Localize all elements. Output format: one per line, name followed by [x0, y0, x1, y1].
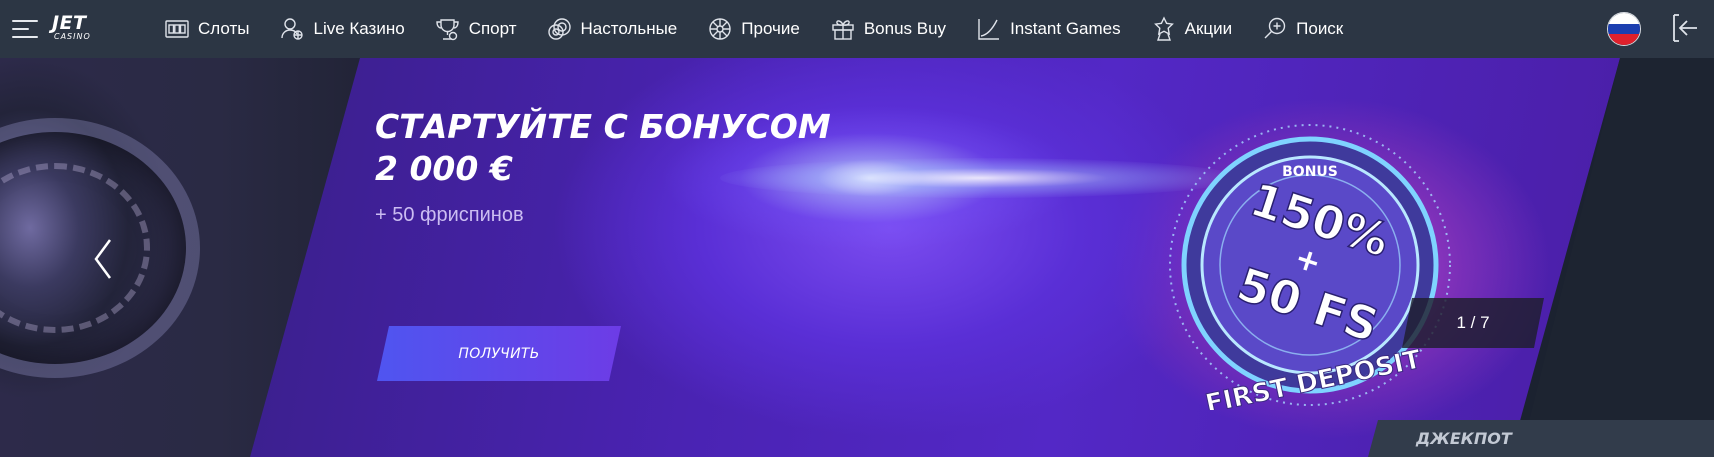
get-bonus-button-label: ПОЛУЧИТЬ: [458, 345, 540, 362]
get-bonus-button[interactable]: ПОЛУЧИТЬ: [377, 326, 621, 381]
jackpot-label: ДЖЕКПОТ: [1416, 429, 1512, 448]
banner-subline: + 50 фриспинов: [375, 204, 524, 226]
main-nav: Слоты Live Казино Спорт Настольные Прочи…: [164, 0, 1373, 58]
nav-label: Поиск: [1296, 19, 1344, 38]
nav-label: Слоты: [198, 19, 250, 38]
nav-item-table-games[interactable]: Настольные: [547, 0, 678, 58]
nav-label: Настольные: [580, 19, 678, 38]
menu-burger-icon[interactable]: [12, 18, 38, 40]
nav-label: Instant Games: [1010, 19, 1121, 38]
nav-item-instant-games[interactable]: Instant Games: [976, 0, 1121, 58]
chart-line-icon: [978, 19, 1000, 40]
nav-item-promotions[interactable]: Акции: [1151, 0, 1233, 58]
flag-stripe-blue: [1608, 23, 1640, 35]
sport-trophy-icon: [436, 19, 459, 41]
nav-label: Live Казино: [313, 19, 405, 38]
logo-sub-text: CASINO: [54, 32, 91, 41]
live-dealer-icon: [281, 18, 304, 40]
banner-headline: СТАРТУЙТЕ С БОНУСОМ 2 000 €: [375, 107, 831, 188]
promo-banner-carousel: BONUS 150% + 50 FS FIRST DEPOSIT СТАРТУЙ…: [0, 58, 1714, 457]
slide-counter: 1 / 7: [1402, 298, 1544, 348]
login-icon[interactable]: [1668, 12, 1700, 44]
nav-item-bonus-buy[interactable]: Bonus Buy: [830, 0, 946, 58]
jackpot-tab[interactable]: ДЖЕКПОТ: [1368, 420, 1714, 457]
nav-item-slots[interactable]: Слоты: [164, 0, 249, 58]
nav-item-live-casino[interactable]: Live Казино: [279, 0, 405, 58]
chips-icon: [547, 18, 571, 40]
coin-top-text: BONUS: [1282, 164, 1338, 180]
jet-casino-logo[interactable]: JET CASINO: [52, 14, 108, 44]
flag-stripe-red: [1608, 34, 1640, 45]
wheel-icon: [709, 18, 731, 40]
top-navigation-bar: JET CASINO Слоты Live Казино Спорт Насто…: [0, 0, 1714, 58]
nav-item-sport[interactable]: Спорт: [435, 0, 517, 58]
nav-label: Акции: [1184, 19, 1233, 38]
logo-main-text: JET: [52, 12, 87, 34]
nav-label: Спорт: [468, 19, 517, 38]
flag-stripe-white: [1608, 13, 1640, 24]
promo-star-icon: [1153, 16, 1174, 41]
slide-counter-text: 1 / 7: [1456, 313, 1490, 332]
search-icon: [1264, 17, 1286, 39]
nav-item-other[interactable]: Прочие: [707, 0, 800, 58]
bonus-coin-image: BONUS 150% + 50 FS FIRST DEPOSIT: [1169, 124, 1451, 410]
russia-flag-icon[interactable]: [1607, 12, 1641, 46]
nav-item-search[interactable]: Поиск: [1262, 0, 1343, 58]
nav-label: Прочие: [741, 19, 800, 38]
chevron-left-icon[interactable]: [90, 236, 116, 282]
slot-machine-icon: [165, 20, 189, 38]
nav-label: Bonus Buy: [863, 19, 947, 38]
gift-icon: [832, 20, 854, 40]
